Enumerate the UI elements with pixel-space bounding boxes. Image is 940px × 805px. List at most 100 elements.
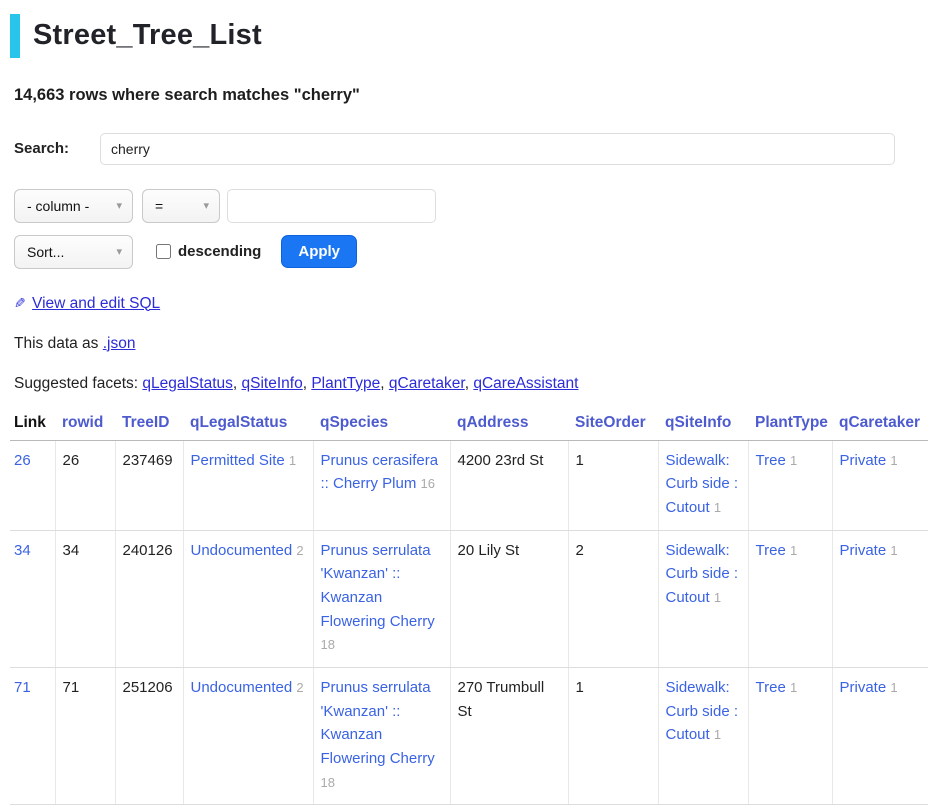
cell-qSiteInfo: Sidewalk: Curb side : Cutout 1 [658, 530, 748, 667]
column-filter-select[interactable]: - column - ▾ [14, 189, 133, 223]
column-sort-link[interactable]: qSpecies [320, 414, 388, 431]
column-filter-value: - column - [27, 198, 89, 214]
column-sort-link[interactable]: qSiteInfo [665, 414, 731, 431]
column-header-Link: Link [10, 412, 55, 441]
table-header-row: Link rowid TreeID qLegalStatus qSpecies qAddr… [10, 412, 928, 441]
cell-qSpecies: Prunus serrulata 'Kwanzan' :: Kwanzan Fl… [313, 530, 450, 667]
column-header-qAddress: qAddress [450, 412, 568, 441]
facet-suggestion-link[interactable]: qCaretaker [389, 375, 465, 392]
export-prefix: This data as [14, 335, 98, 352]
cell-qAddress: 20 Lily St [450, 530, 568, 667]
facet-value-link[interactable]: Private [840, 679, 887, 696]
facet-count: 1 [790, 680, 797, 695]
cell-rowid: 71 [55, 668, 115, 805]
facet-value-link[interactable]: Prunus serrulata 'Kwanzan' :: Kwanzan Fl… [321, 542, 435, 630]
facet-count: 2 [296, 680, 303, 695]
column-header-rowid: rowid [55, 412, 115, 441]
cell-TreeID: 237469 [115, 440, 183, 530]
chevron-down-icon: ▾ [116, 199, 122, 212]
cell-PlantType: Tree 1 [748, 440, 832, 530]
cell-TreeID: 251206 [115, 668, 183, 805]
cell-qSpecies: Prunus cerasifera :: Cherry Plum 16 [313, 440, 450, 530]
cell-Link: 34 [10, 530, 55, 667]
row-count-summary: 14,663 rows where search matches "cherry… [14, 86, 926, 105]
column-sort-link[interactable]: qAddress [457, 414, 529, 431]
row-link[interactable]: 26 [14, 452, 31, 469]
facet-value-link[interactable]: Prunus serrulata 'Kwanzan' :: Kwanzan Fl… [321, 679, 435, 767]
facet-count: 1 [790, 543, 797, 558]
operator-value: = [155, 198, 163, 214]
facet-value-link[interactable]: Tree [756, 542, 786, 559]
facet-value-link[interactable]: Permitted Site [191, 452, 285, 469]
pencil-icon: ✎ [14, 295, 26, 312]
facet-count: 1 [890, 543, 897, 558]
cell-qCaretaker: Private 1 [832, 440, 928, 530]
sort-row: Sort... ▾ descending Apply [14, 235, 926, 269]
facet-value-link[interactable]: Tree [756, 452, 786, 469]
cell-rowid: 26 [55, 440, 115, 530]
page-title-text: Street_Tree_List [33, 19, 262, 51]
export-row: This data as .json [14, 335, 926, 353]
suggested-facets: Suggested facets: qLegalStatus, qSiteInf… [14, 375, 926, 393]
facet-value-link[interactable]: Tree [756, 679, 786, 696]
cell-PlantType: Tree 1 [748, 530, 832, 667]
facet-suggestion-link[interactable]: PlantType [311, 375, 380, 392]
facets-prefix: Suggested facets: [14, 375, 138, 392]
operator-select[interactable]: = ▾ [142, 189, 220, 223]
facet-count: 1 [890, 453, 897, 468]
facet-count: 1 [289, 453, 296, 468]
column-header-SiteOrder: SiteOrder [568, 412, 658, 441]
cell-SiteOrder: 1 [568, 668, 658, 805]
facet-count: 1 [890, 680, 897, 695]
column-sort-link[interactable]: rowid [62, 414, 103, 431]
facet-value-link[interactable]: Private [840, 452, 887, 469]
facet-value-link[interactable]: Undocumented [191, 542, 293, 559]
facet-count: 1 [714, 500, 721, 515]
row-link[interactable]: 71 [14, 679, 31, 696]
search-row: Search: [14, 133, 926, 165]
cell-qLegalStatus: Permitted Site 1 [183, 440, 313, 530]
cell-qLegalStatus: Undocumented 2 [183, 668, 313, 805]
json-export-link[interactable]: .json [103, 335, 136, 352]
filter-value-input[interactable] [227, 189, 436, 223]
column-header-qSpecies: qSpecies [313, 412, 450, 441]
sort-select-value: Sort... [27, 244, 64, 260]
column-sort-link[interactable]: PlantType [755, 414, 828, 431]
facet-count: 2 [296, 543, 303, 558]
column-sort-link[interactable]: qLegalStatus [190, 414, 287, 431]
facet-suggestion-link[interactable]: qSiteInfo [242, 375, 303, 392]
chevron-down-icon: ▾ [116, 245, 122, 258]
column-header-TreeID: TreeID [115, 412, 183, 441]
search-input[interactable] [100, 133, 895, 165]
table-row: 2626237469Permitted Site 1Prunus cerasif… [10, 440, 928, 530]
facet-count: 18 [321, 637, 335, 652]
facet-value-link[interactable]: Sidewalk: Curb side : Cutout [666, 679, 739, 743]
cell-PlantType: Tree 1 [748, 668, 832, 805]
column-sort-link[interactable]: SiteOrder [575, 414, 646, 431]
column-sort-link[interactable]: TreeID [122, 414, 169, 431]
cell-qSpecies: Prunus serrulata 'Kwanzan' :: Kwanzan Fl… [313, 668, 450, 805]
facet-links: qLegalStatus, qSiteInfo, PlantType, qCar… [142, 375, 578, 392]
column-sort-link[interactable]: qCaretaker [839, 414, 920, 431]
facet-value-link[interactable]: Sidewalk: Curb side : Cutout [666, 452, 739, 516]
chevron-down-icon: ▾ [203, 199, 209, 212]
cell-qLegalStatus: Undocumented 2 [183, 530, 313, 667]
facet-value-link[interactable]: Private [840, 542, 887, 559]
view-edit-sql-link[interactable]: View and edit SQL [32, 295, 160, 312]
descending-checkbox[interactable] [156, 244, 171, 259]
cell-Link: 26 [10, 440, 55, 530]
apply-button[interactable]: Apply [281, 235, 357, 268]
sort-select[interactable]: Sort... ▾ [14, 235, 133, 269]
facet-value-link[interactable]: Undocumented [191, 679, 293, 696]
cell-qSiteInfo: Sidewalk: Curb side : Cutout 1 [658, 668, 748, 805]
cell-Link: 71 [10, 668, 55, 805]
facet-suggestion-link[interactable]: qCareAssistant [473, 375, 578, 392]
facet-value-link[interactable]: Sidewalk: Curb side : Cutout [666, 542, 739, 606]
row-link[interactable]: 34 [14, 542, 31, 559]
descending-label: descending [178, 243, 261, 260]
facet-suggestion-link[interactable]: qLegalStatus [142, 375, 233, 392]
facet-count: 1 [790, 453, 797, 468]
facet-count: 1 [714, 727, 721, 742]
cell-qAddress: 270 Trumbull St [450, 668, 568, 805]
column-header-PlantType: PlantType [748, 412, 832, 441]
